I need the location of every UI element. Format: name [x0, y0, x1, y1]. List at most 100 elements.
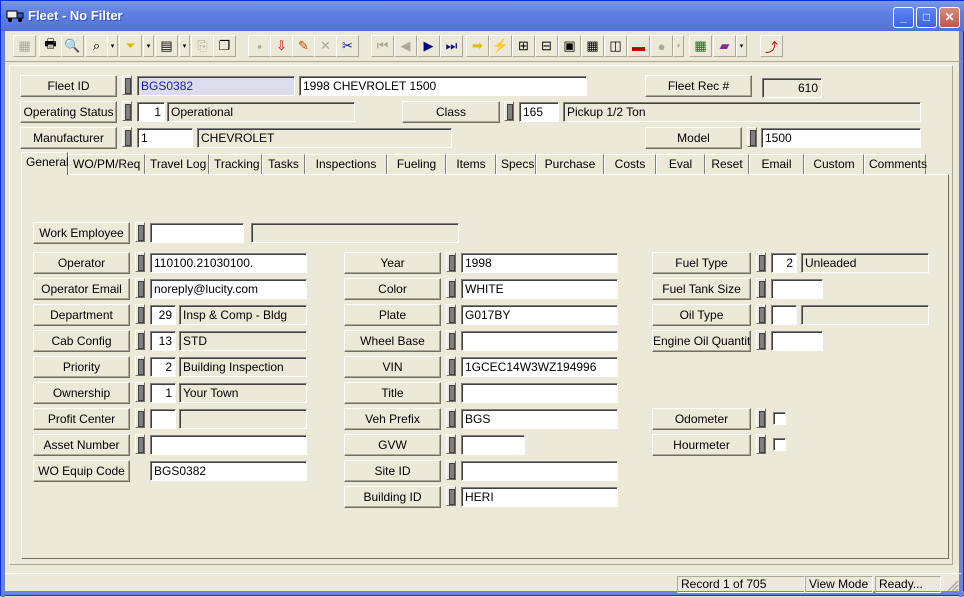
- next-record-button[interactable]: ▶: [417, 35, 440, 57]
- title-button[interactable]: Title: [344, 382, 441, 404]
- gvw-button[interactable]: GVW: [344, 434, 441, 456]
- save-button[interactable]: ▪: [248, 35, 271, 57]
- hierarchy-button[interactable]: ⊞: [512, 35, 535, 57]
- building-id-button[interactable]: Building ID: [344, 486, 441, 508]
- title-lookup-grip[interactable]: [446, 382, 456, 402]
- tab-purchase[interactable]: Purchase: [536, 154, 604, 174]
- class-button[interactable]: Class: [402, 101, 500, 123]
- ownership-lookup-grip[interactable]: [135, 382, 145, 402]
- gvw-field[interactable]: [461, 435, 525, 455]
- previous-record-button[interactable]: ◀: [394, 35, 417, 57]
- vin-button[interactable]: VIN: [344, 356, 441, 378]
- lightning-button[interactable]: ⚡: [489, 35, 512, 57]
- last-record-button[interactable]: ⏭: [440, 35, 463, 57]
- class-lookup-grip[interactable]: [504, 101, 514, 121]
- color-button[interactable]: Color: [344, 278, 441, 300]
- tab-custom[interactable]: Custom: [804, 154, 864, 174]
- fuel-tank-size-field[interactable]: [771, 279, 823, 299]
- report-button[interactable]: ▤: [155, 35, 178, 57]
- minimize-button[interactable]: _: [893, 7, 914, 28]
- fleet-id-field[interactable]: BGS0382: [137, 76, 295, 96]
- engine-oil-quantity-button[interactable]: Engine Oil Quantity: [652, 330, 751, 352]
- priority-code-field[interactable]: 2: [150, 357, 176, 377]
- asset-number-button[interactable]: Asset Number: [33, 434, 130, 456]
- print-button[interactable]: 🖶: [39, 35, 62, 57]
- veh-prefix-field[interactable]: BGS: [461, 409, 618, 429]
- operating-status-button[interactable]: Operating Status: [20, 101, 117, 123]
- equipment-button[interactable]: ▣: [558, 35, 581, 57]
- model-field[interactable]: 1500: [761, 128, 921, 148]
- tab-reset[interactable]: Reset: [705, 154, 749, 174]
- tab-general[interactable]: General: [21, 152, 69, 175]
- color-field[interactable]: WHITE: [461, 279, 618, 299]
- report-dropdown-button[interactable]: ▾: [179, 35, 190, 57]
- map-button[interactable]: ◫: [604, 35, 627, 57]
- work-employee-button[interactable]: Work Employee: [33, 222, 130, 244]
- oil-type-button[interactable]: Oil Type: [652, 304, 751, 326]
- grid-view-button[interactable]: ▦: [13, 35, 36, 57]
- tab-email[interactable]: Email: [749, 154, 804, 174]
- department-button[interactable]: Department: [33, 304, 130, 326]
- toolbox-button[interactable]: ▬: [627, 35, 650, 57]
- close-button[interactable]: ✕: [939, 7, 960, 28]
- tab-items[interactable]: Items: [446, 154, 496, 174]
- calculator-button[interactable]: ▦: [581, 35, 604, 57]
- asset-number-field[interactable]: [150, 435, 307, 455]
- odometer-lookup-grip[interactable]: [756, 408, 766, 428]
- filter-dropdown-button[interactable]: ▾: [143, 35, 154, 57]
- wheel-base-field[interactable]: [461, 331, 618, 351]
- work-employee-lookup-grip[interactable]: [135, 222, 145, 242]
- find-dropdown-button[interactable]: ▾: [107, 35, 118, 57]
- export-button[interactable]: ⎘: [191, 35, 214, 57]
- model-lookup-grip[interactable]: [747, 127, 757, 147]
- manufacturer-button[interactable]: Manufacturer: [20, 127, 117, 149]
- title-field[interactable]: [461, 383, 618, 403]
- ownership-code-field[interactable]: 1: [150, 383, 176, 403]
- ownership-button[interactable]: Ownership: [33, 382, 130, 404]
- priority-button[interactable]: Priority: [33, 356, 130, 378]
- odometer-button[interactable]: Odometer: [652, 408, 751, 430]
- vin-lookup-grip[interactable]: [446, 356, 456, 376]
- wheel-base-button[interactable]: Wheel Base: [344, 330, 441, 352]
- plate-field[interactable]: G017BY: [461, 305, 618, 325]
- manufacturer-code-field[interactable]: 1: [137, 128, 193, 148]
- relationship-button[interactable]: ⊟: [535, 35, 558, 57]
- year-field[interactable]: 1998: [461, 253, 618, 273]
- fuel-type-button[interactable]: Fuel Type: [652, 252, 751, 274]
- wheel-base-lookup-grip[interactable]: [446, 330, 456, 350]
- cab-config-code-field[interactable]: 13: [150, 331, 176, 351]
- book-button[interactable]: ▰: [713, 35, 736, 57]
- fleet-description-field[interactable]: 1998 CHEVROLET 1500: [299, 76, 587, 96]
- go-arrow-button[interactable]: ➡: [466, 35, 489, 57]
- tab-eval[interactable]: Eval: [656, 154, 705, 174]
- odometer-checkbox[interactable]: [773, 412, 786, 425]
- fleet-rec-button[interactable]: Fleet Rec #: [645, 75, 752, 97]
- gvw-lookup-grip[interactable]: [446, 434, 456, 454]
- color-lookup-grip[interactable]: [446, 278, 456, 298]
- operator-email-lookup-grip[interactable]: [135, 278, 145, 298]
- operator-lookup-grip[interactable]: [135, 252, 145, 272]
- exit-button[interactable]: ⤴: [760, 35, 783, 57]
- help-dropdown-button[interactable]: ▾: [673, 35, 684, 57]
- operating-status-lookup-grip[interactable]: [122, 101, 132, 121]
- work-employee-code-field[interactable]: [150, 223, 244, 243]
- tab-tasks[interactable]: Tasks: [262, 154, 305, 174]
- site-id-field[interactable]: [461, 461, 618, 481]
- department-lookup-grip[interactable]: [135, 304, 145, 324]
- plate-lookup-grip[interactable]: [446, 304, 456, 324]
- operator-email-field[interactable]: noreply@lucity.com: [150, 279, 307, 299]
- spreadsheet-button[interactable]: ▦: [689, 35, 712, 57]
- tab-inspections[interactable]: Inspections: [305, 154, 387, 174]
- cab-config-button[interactable]: Cab Config: [33, 330, 130, 352]
- building-id-lookup-grip[interactable]: [446, 486, 456, 506]
- engine-oil-quantity-field[interactable]: [771, 331, 823, 351]
- profit-center-code-field[interactable]: [150, 409, 176, 429]
- manufacturer-lookup-grip[interactable]: [122, 127, 132, 147]
- tab-fueling[interactable]: Fueling: [387, 154, 446, 174]
- department-code-field[interactable]: 29: [150, 305, 176, 325]
- hourmeter-lookup-grip[interactable]: [756, 434, 766, 454]
- tab-specs[interactable]: Specs: [496, 154, 536, 174]
- book-dropdown-button[interactable]: ▾: [736, 35, 747, 57]
- veh-prefix-lookup-grip[interactable]: [446, 408, 456, 428]
- site-id-button[interactable]: Site ID: [344, 460, 441, 482]
